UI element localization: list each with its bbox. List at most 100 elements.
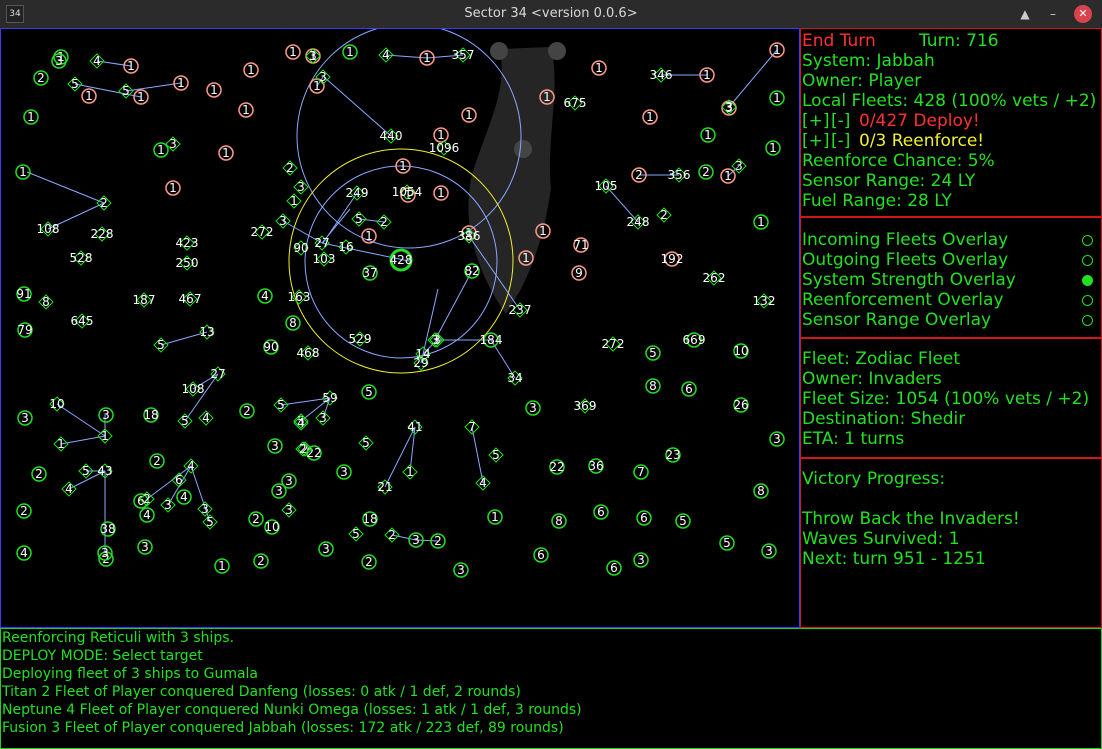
- fleet-marker[interactable]: 3: [281, 502, 297, 518]
- fleet-marker[interactable]: 5: [273, 397, 289, 413]
- player-system[interactable]: 6: [606, 560, 622, 576]
- invader-system[interactable]: 1: [206, 82, 222, 98]
- fleet-marker[interactable]: 5: [67, 76, 83, 92]
- player-system[interactable]: 6: [636, 510, 652, 526]
- player-system[interactable]: 4: [139, 507, 155, 523]
- fleet-marker[interactable]: 29: [413, 355, 429, 371]
- fleet-marker[interactable]: 59: [322, 390, 338, 406]
- invader-system[interactable]: 1: [285, 44, 301, 60]
- fleet-marker[interactable]: 108: [37, 221, 60, 237]
- overlay-strength-label[interactable]: System Strength Overlay: [802, 270, 1016, 290]
- fleet-marker[interactable]: 356: [668, 167, 691, 183]
- player-system[interactable]: 8: [285, 315, 301, 331]
- fleet-marker[interactable]: 4: [61, 481, 77, 497]
- player-system[interactable]: 79: [17, 322, 33, 338]
- invader-system[interactable]: 192: [661, 251, 684, 267]
- invader-system[interactable]: 1: [361, 228, 377, 244]
- fleet-marker[interactable]: 272: [602, 336, 625, 352]
- player-system[interactable]: 8: [753, 483, 769, 499]
- reenforce-plus-button[interactable]: [+]: [802, 131, 830, 151]
- player-system[interactable]: 669: [683, 332, 706, 348]
- close-icon[interactable]: ✕: [1074, 5, 1092, 23]
- fleet-marker[interactable]: 43: [97, 463, 113, 479]
- fleet-marker[interactable]: 1: [97, 428, 113, 444]
- player-system[interactable]: 10: [733, 343, 749, 359]
- fleet-marker[interactable]: 90: [293, 240, 309, 256]
- invader-system[interactable]: 1: [133, 89, 149, 105]
- fleet-marker[interactable]: 369: [574, 398, 597, 414]
- overlay-outgoing-label[interactable]: Outgoing Fleets Overlay: [802, 250, 1008, 270]
- player-system[interactable]: 1: [753, 214, 769, 230]
- fleet-marker[interactable]: 41: [407, 419, 423, 435]
- star-systems[interactable]: 1211311121119179489037428821845669108 63 2…: [15, 42, 785, 578]
- fleet-marker[interactable]: 2: [384, 527, 400, 543]
- player-system[interactable]: 3: [98, 407, 114, 423]
- fleet-marker[interactable]: 1: [53, 436, 69, 452]
- player-system[interactable]: 22: [549, 459, 565, 475]
- fleet-marker[interactable]: 187: [133, 292, 156, 308]
- overlay-outgoing-toggle[interactable]: [1082, 255, 1093, 266]
- player-system[interactable]: 2: [253, 553, 269, 569]
- fleet-marker[interactable]: 645: [71, 313, 94, 329]
- fleet-marker[interactable]: 357: [452, 47, 475, 63]
- player-system[interactable]: 2: [361, 554, 377, 570]
- player-system[interactable]: 18: [143, 407, 159, 423]
- fleet-marker[interactable]: 103: [313, 251, 336, 267]
- fleet-marker[interactable]: 440: [380, 128, 403, 144]
- fleet-marker[interactable]: 1096: [429, 140, 460, 156]
- invader-system[interactable]: 1: [769, 42, 785, 58]
- fleet-marker[interactable]: 3: [160, 497, 176, 513]
- player-system[interactable]: 2: [16, 503, 32, 519]
- reenforce-minus-button[interactable]: [-]: [831, 131, 850, 151]
- player-system[interactable]: 3: [318, 541, 334, 557]
- player-system[interactable]: 26: [733, 397, 749, 413]
- player-system[interactable]: 6: [593, 504, 609, 520]
- player-system[interactable]: 1: [487, 509, 503, 525]
- player-system[interactable]: 3: [271, 483, 287, 499]
- player-system[interactable]: 8: [645, 378, 661, 394]
- deploy-plus-button[interactable]: [+]: [802, 111, 830, 131]
- invader-system[interactable]: 1: [461, 107, 477, 123]
- fleet-marker[interactable]: 4: [475, 475, 491, 491]
- fleet-marker[interactable]: 4: [89, 53, 105, 69]
- invader-system[interactable]: 1: [720, 168, 736, 184]
- minimize-icon[interactable]: –: [1044, 5, 1062, 23]
- invader-system[interactable]: 71: [573, 237, 589, 253]
- fleet-marker[interactable]: 27: [210, 366, 226, 382]
- maximize-icon[interactable]: ▲: [1016, 5, 1034, 23]
- player-system[interactable]: 5: [645, 345, 661, 361]
- fleet-marker[interactable]: 132: [753, 293, 776, 309]
- fleet-marker[interactable]: 105: [595, 178, 618, 194]
- fleet-marker[interactable]: 16: [338, 239, 354, 255]
- player-system[interactable]: 3: [17, 410, 33, 426]
- player-system[interactable]: 3: [453, 562, 469, 578]
- player-system[interactable]: 36: [588, 458, 604, 474]
- player-system[interactable]: 1: [700, 127, 716, 143]
- player-system[interactable]: 1: [769, 90, 785, 106]
- player-system[interactable]: 2: [698, 164, 714, 180]
- invader-system[interactable]: 1: [243, 62, 259, 78]
- player-system[interactable]: 1: [342, 44, 358, 60]
- fleet-marker[interactable]: 249: [346, 185, 369, 201]
- player-system[interactable]: 4: [16, 545, 32, 561]
- fleet-marker[interactable]: 528: [70, 250, 93, 266]
- player-system[interactable]: 6: [533, 547, 549, 563]
- fleet-marker[interactable]: 108: [182, 381, 205, 397]
- player-system[interactable]: 2: [31, 466, 47, 482]
- fleet-marker[interactable]: 5: [358, 435, 374, 451]
- fleet-marker[interactable]: 2: [282, 160, 298, 176]
- overlay-sensor-label[interactable]: Sensor Range Overlay: [802, 310, 991, 330]
- player-system[interactable]: 3: [769, 431, 785, 447]
- player-system[interactable]: 3: [137, 539, 153, 555]
- fleet-marker[interactable]: 1054: [392, 184, 423, 200]
- player-system[interactable]: 2: [248, 511, 264, 527]
- player-system[interactable]: 91: [16, 286, 32, 302]
- fleet-marker[interactable]: 1: [402, 464, 418, 480]
- player-system[interactable]: 2: [239, 403, 255, 419]
- invader-system[interactable]: 9: [571, 265, 587, 281]
- fleet-marker[interactable]: 248: [627, 214, 650, 230]
- fleet-marker[interactable]: 3: [315, 410, 331, 426]
- player-system[interactable]: 428: [389, 248, 413, 272]
- player-system[interactable]: 2: [33, 70, 49, 86]
- fleet-marker[interactable]: 272: [251, 224, 274, 240]
